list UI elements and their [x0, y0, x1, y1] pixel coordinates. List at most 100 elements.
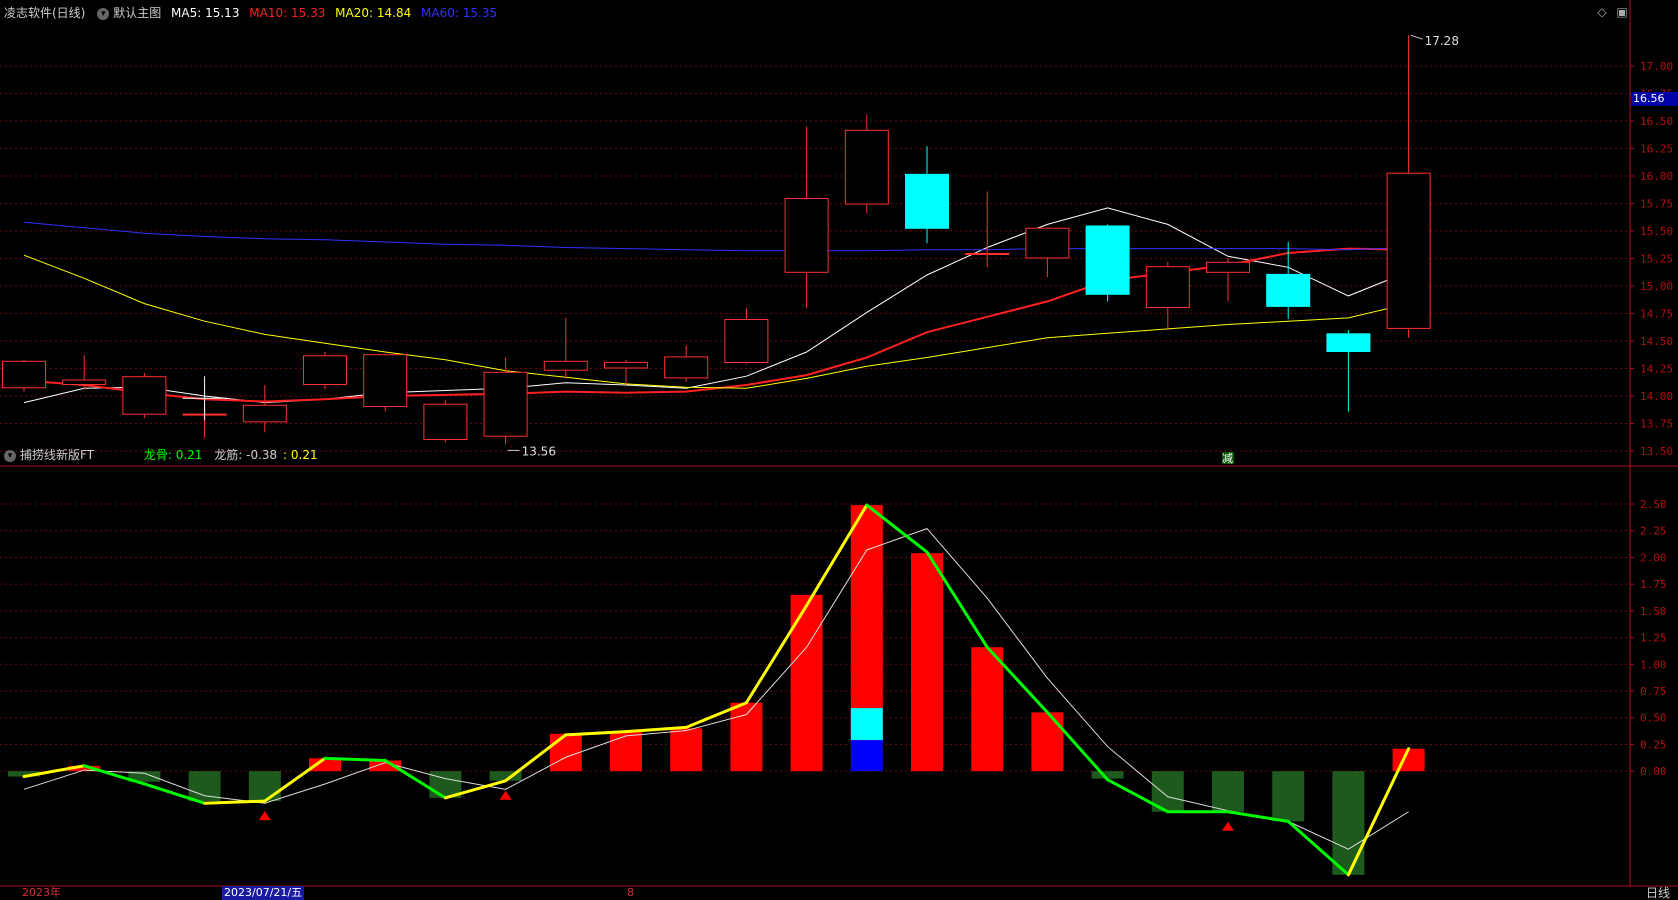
template-label: 默认主图	[113, 6, 162, 20]
candle-body	[784, 198, 829, 273]
candle	[2, 359, 46, 392]
ma20-label: MA20: 14.84	[335, 6, 412, 20]
indicator-tick-label: 2.00	[1640, 551, 1667, 564]
indicator-bar	[549, 733, 582, 772]
high-value-label: 17.28	[1425, 34, 1459, 48]
indicator-bar	[248, 771, 281, 802]
longjin-label: 龙筋: -0.38	[214, 448, 278, 462]
indicator-tick-label: 2.50	[1640, 498, 1667, 511]
signal-marker-text: 减	[1222, 452, 1233, 465]
candle-body	[664, 356, 709, 379]
candle	[784, 126, 829, 308]
indicator-bar	[1212, 771, 1244, 812]
candle	[1266, 242, 1311, 319]
candle	[1025, 227, 1070, 278]
candle-body	[1025, 227, 1070, 259]
indicator-bar	[670, 728, 703, 772]
price-tick-label: 15.00	[1640, 280, 1673, 293]
price-tick-label: 15.25	[1640, 253, 1673, 266]
indicator-bar	[1332, 771, 1365, 875]
month-label: 8	[627, 886, 634, 899]
candle	[965, 191, 1010, 268]
price-tick-label: 14.75	[1640, 308, 1673, 321]
longgu-line-segment	[203, 799, 267, 805]
indicator-bar	[730, 702, 763, 772]
price-tick-label: 17.00	[1640, 60, 1673, 73]
indicator-menu-icon[interactable]: ▾	[4, 449, 16, 462]
candle-body	[724, 319, 769, 363]
dropdown-circle-icon: ▾	[97, 7, 110, 20]
candle	[1326, 330, 1371, 412]
indicator-bar	[1031, 712, 1064, 772]
indicator-name[interactable]: 捕捞线新版FT	[20, 448, 94, 462]
ma60-label: MA60: 15.35	[421, 6, 498, 20]
indicator-header: ▾ 捕捞线新版FT 龙骨: 0.21 龙筋: -0.38 : 0.21	[4, 446, 318, 464]
price-tick-label: 14.25	[1640, 363, 1673, 376]
indicator-bar-overlay-cyan	[850, 708, 883, 741]
price-tick-label: 13.75	[1640, 418, 1673, 431]
diamond-icon[interactable]: ◇	[1596, 6, 1608, 18]
indicator-bar	[610, 731, 642, 772]
ma-line-ma60	[23, 221, 1409, 252]
candle-body	[363, 354, 408, 408]
candle-body	[483, 371, 528, 437]
indicator-tick-label: 1.25	[1640, 632, 1667, 645]
price-tick-label: 16.25	[1640, 143, 1673, 156]
price-tick-label: 13.50	[1640, 445, 1673, 458]
candle	[1386, 35, 1431, 338]
longgu-label: 龙骨: 0.21	[143, 448, 203, 462]
longgu-line-segment	[323, 756, 387, 762]
ma10-label: MA10: 15.33	[249, 6, 326, 20]
period-button[interactable]: 日线	[1646, 886, 1670, 900]
cursor-date-label: 2023/07/21/五	[222, 886, 305, 900]
candle-body	[1145, 266, 1190, 309]
yellow-line-label: : 0.21	[283, 448, 318, 462]
signal-marker: 减	[1222, 452, 1234, 465]
candle	[1085, 224, 1130, 302]
year-label: 2023年	[22, 886, 61, 899]
candle-body	[1085, 225, 1130, 295]
candle	[483, 357, 528, 445]
candle	[664, 345, 709, 382]
panel-icon[interactable]: ▣	[1616, 6, 1628, 18]
candle	[1206, 258, 1250, 302]
candle	[905, 146, 949, 244]
indicator-tick-label: 1.75	[1640, 578, 1667, 591]
ma5-label: MA5: 15.13	[171, 6, 240, 20]
indicator-tick-label: 1.00	[1640, 658, 1667, 671]
indicator-bar	[911, 553, 943, 772]
indicator-bar	[188, 771, 221, 802]
candle	[242, 385, 287, 433]
price-tick-label: 15.75	[1640, 198, 1673, 211]
candle-body	[1386, 172, 1431, 329]
indicator-tick-label: 1.50	[1640, 605, 1667, 618]
ma-line-ma10	[23, 247, 1409, 403]
candle-body	[905, 173, 949, 229]
candle	[604, 359, 648, 385]
candle-body	[62, 379, 107, 385]
indicator-tick-label: 0.75	[1640, 685, 1667, 698]
indicator-tick-label: 0.50	[1640, 712, 1667, 725]
candle	[844, 114, 889, 214]
signal-triangle	[499, 790, 512, 800]
candle-body	[1266, 273, 1311, 307]
indicator-tick-label: 2.25	[1640, 525, 1667, 538]
candle	[543, 317, 588, 379]
candle	[423, 400, 468, 443]
stock-title[interactable]: 凌志软件(日线)	[4, 6, 85, 20]
candle-body	[844, 129, 889, 205]
indicator-tick-label: 0.00	[1640, 765, 1667, 778]
candle	[363, 354, 408, 412]
price-tick-label: 16.00	[1640, 170, 1673, 183]
candle	[62, 355, 107, 390]
last-price-tag: 16.56	[1631, 92, 1678, 106]
price-tick-label: 16.50	[1640, 115, 1673, 128]
signal-triangle	[258, 811, 271, 821]
candle-body	[965, 253, 1010, 255]
indicator-bar	[1272, 771, 1305, 822]
candle-body	[242, 404, 287, 423]
candle-body	[1326, 333, 1371, 352]
candle	[1145, 261, 1190, 330]
main-chart-header: 凌志软件(日线) ▾ 默认主图 MA5: 15.13 MA10: 15.33 MA…	[4, 4, 497, 22]
template-selector[interactable]: ▾ 默认主图	[97, 6, 165, 20]
